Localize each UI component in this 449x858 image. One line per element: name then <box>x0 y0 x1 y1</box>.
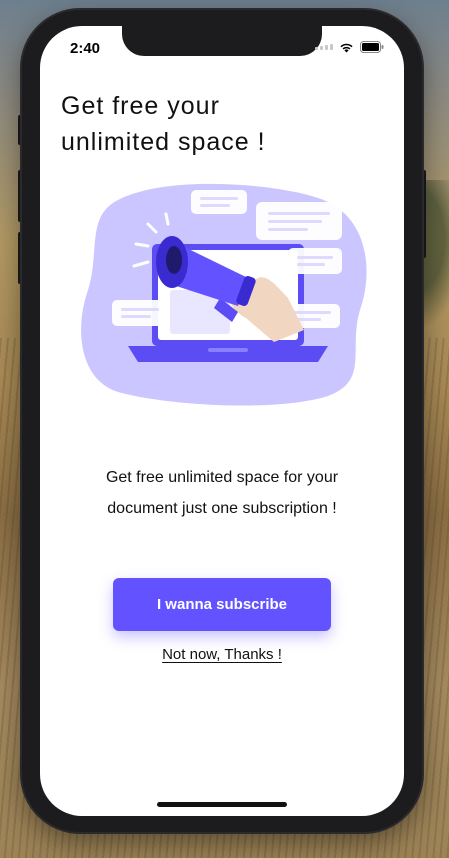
description-line-1: Get free unlimited space for your <box>105 469 339 486</box>
home-indicator[interactable] <box>157 802 287 807</box>
dismiss-link[interactable]: Not now, Thanks ! <box>162 646 282 663</box>
wifi-icon <box>340 43 353 52</box>
status-icons <box>315 41 384 53</box>
battery-icon <box>360 41 384 53</box>
megaphone-illustration <box>81 183 367 406</box>
page-title: Get free your unlimited space ! <box>61 88 381 160</box>
subscribe-button[interactable]: I wanna subscribe <box>113 578 331 631</box>
notch <box>122 26 322 56</box>
cellular-signal-icon <box>315 44 333 50</box>
status-time: 2:40 <box>70 40 101 57</box>
dismiss-link-wrapper: Not now, Thanks ! <box>40 646 404 663</box>
app-screen: 2:40 Get free your unlimited space ! Get… <box>40 26 404 816</box>
bubble-right <box>288 248 342 274</box>
description: Get free unlimited space for your docume… <box>60 462 384 524</box>
bubble-left <box>112 300 168 326</box>
description-line-2: document just one subscription ! <box>107 500 337 517</box>
title-line-2: unlimited space ! <box>61 128 266 156</box>
bubble-top-left <box>191 190 247 214</box>
title-line-1: Get free your <box>61 92 220 120</box>
